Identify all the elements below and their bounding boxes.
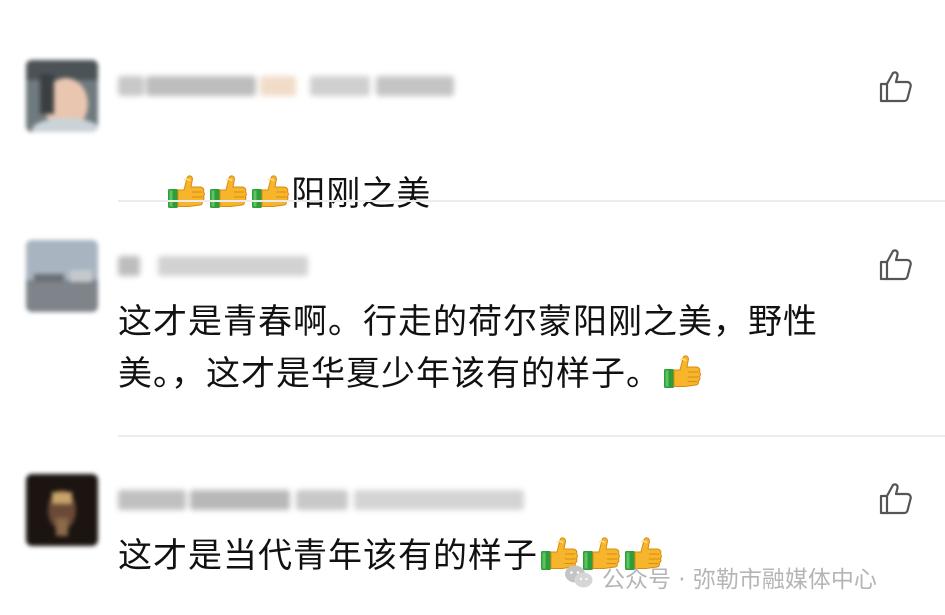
wechat-logo-icon — [564, 564, 594, 590]
watermark: 公众号 · 弥勒市融媒体中心 — [564, 558, 877, 596]
like-outline-icon — [878, 501, 914, 520]
comment-body: 这才是当代青年该有的样子 — [118, 536, 538, 576]
username[interactable] — [118, 482, 528, 516]
like-button[interactable] — [878, 482, 914, 516]
comment-item: 这才是当代青年该有的样子 — [0, 0, 945, 615]
watermark-label: 公众号 · 弥勒市融媒体中心 — [602, 567, 877, 593]
avatar[interactable] — [26, 474, 98, 546]
